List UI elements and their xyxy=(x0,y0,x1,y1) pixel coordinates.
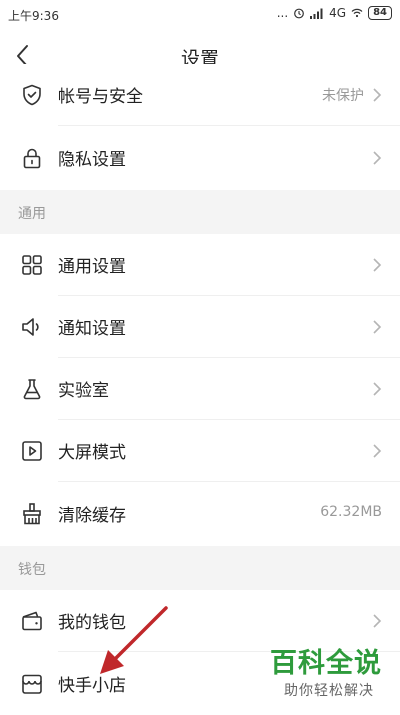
section-title: 通用 xyxy=(18,206,46,222)
settings-row-label: 实验室 xyxy=(58,381,109,401)
status-dots: ... xyxy=(276,6,289,20)
settings-row-account-security[interactable]: 帐号与安全 未保护 xyxy=(0,64,400,126)
section-header-wallet: 钱包 xyxy=(0,546,400,590)
status-bar: 上午9:36 ... 4G 84 xyxy=(0,0,400,30)
chevron-right-icon xyxy=(372,443,382,459)
shield-icon xyxy=(20,83,44,107)
settings-row-clear-cache[interactable]: 清除缓存 62.32MB xyxy=(0,483,400,545)
speaker-icon xyxy=(20,315,44,339)
grid-icon xyxy=(20,253,44,277)
settings-row-label: 快手小店 xyxy=(58,676,126,696)
settings-row-large-screen[interactable]: 大屏模式 xyxy=(0,420,400,482)
battery-indicator: 84 xyxy=(368,6,392,20)
watermark-subtitle: 助你轻松解决 xyxy=(284,683,374,699)
status-time: 上午9:36 xyxy=(8,9,59,23)
settings-row-privacy[interactable]: 隐私设置 xyxy=(0,127,400,189)
lock-icon xyxy=(20,146,44,170)
settings-row-general[interactable]: 通用设置 xyxy=(0,234,400,296)
row-divider xyxy=(58,125,400,126)
chevron-right-icon xyxy=(372,381,382,397)
settings-row-value: 未保护 xyxy=(322,88,364,104)
section-title: 钱包 xyxy=(18,562,46,578)
network-type: 4G xyxy=(329,6,347,20)
settings-row-wallet[interactable]: 我的钱包 xyxy=(0,590,400,652)
wifi-icon xyxy=(351,8,363,18)
store-icon xyxy=(20,672,44,696)
status-icons: ... 4G 84 xyxy=(277,6,392,20)
wallet-icon xyxy=(20,609,44,633)
settings-row-label: 我的钱包 xyxy=(58,613,126,633)
alarm-icon xyxy=(293,7,305,19)
chevron-right-icon xyxy=(372,319,382,335)
signal-icon xyxy=(310,8,324,19)
settings-row-lab[interactable]: 实验室 xyxy=(0,358,400,420)
cache-size: 62.32MB xyxy=(320,504,382,520)
row-divider xyxy=(58,481,400,482)
chevron-right-icon xyxy=(372,257,382,273)
chevron-right-icon xyxy=(372,613,382,629)
chevron-right-icon xyxy=(372,150,382,166)
settings-row-label: 帐号与安全 xyxy=(58,87,143,107)
settings-row-label: 大屏模式 xyxy=(58,443,126,463)
play-screen-icon xyxy=(20,439,44,463)
settings-row-label: 通用设置 xyxy=(58,257,126,277)
settings-row-notification[interactable]: 通知设置 xyxy=(0,296,400,358)
settings-row-label: 隐私设置 xyxy=(58,150,126,170)
watermark-title: 百科全说 xyxy=(270,648,382,679)
flask-icon xyxy=(20,377,44,401)
section-header-general: 通用 xyxy=(0,190,400,234)
settings-row-label: 清除缓存 xyxy=(58,506,126,526)
broom-icon xyxy=(20,502,44,526)
watermark-logo: 百科全说 助你轻松解决 xyxy=(270,648,390,700)
settings-row-label: 通知设置 xyxy=(58,319,126,339)
chevron-right-icon xyxy=(372,87,382,103)
